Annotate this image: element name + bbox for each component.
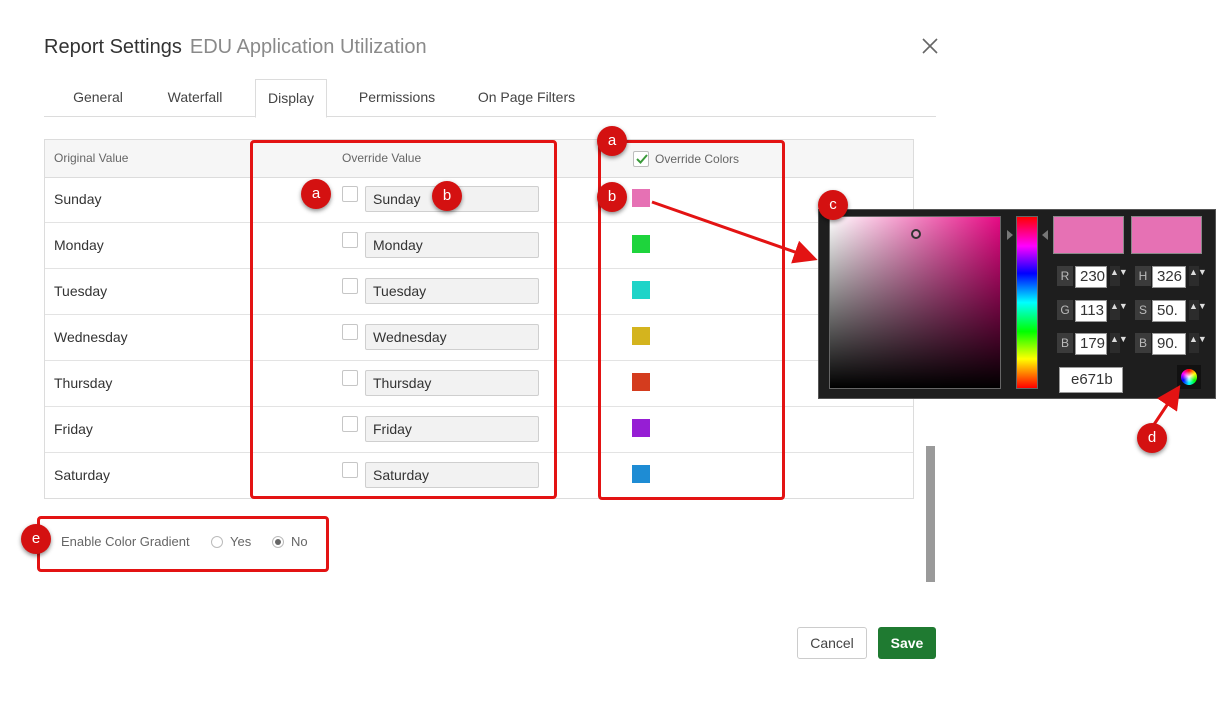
brightness-input[interactable]: 90. bbox=[1152, 333, 1186, 355]
b-label: B bbox=[1057, 333, 1073, 353]
original-value: Thursday bbox=[54, 375, 113, 391]
original-value: Friday bbox=[54, 421, 93, 437]
settings-tabs: General Waterfall Display Permissions On… bbox=[44, 78, 936, 118]
new-color-preview bbox=[1053, 216, 1124, 254]
original-value-header: Original Value bbox=[54, 151, 129, 165]
r-spinner-icon[interactable]: ▲▼ bbox=[1110, 266, 1128, 286]
scrollbar-thumb[interactable] bbox=[926, 446, 935, 582]
original-value: Wednesday bbox=[54, 329, 128, 345]
tab-permissions[interactable]: Permissions bbox=[346, 78, 448, 116]
annotation-badge-a: a bbox=[597, 126, 627, 156]
brightness-label: B bbox=[1135, 333, 1151, 353]
tab-display[interactable]: Display bbox=[255, 79, 327, 118]
original-value: Tuesday bbox=[54, 283, 108, 299]
g-input[interactable]: 113 bbox=[1075, 300, 1107, 322]
saturation-brightness-field[interactable] bbox=[829, 216, 1001, 389]
g-spinner-icon[interactable]: ▲▼ bbox=[1110, 300, 1128, 320]
b-spinner-icon[interactable]: ▲▼ bbox=[1110, 333, 1128, 353]
original-value: Monday bbox=[54, 237, 104, 253]
dialog-title-text: Report Settings bbox=[44, 36, 182, 58]
b-input[interactable]: 179 bbox=[1075, 333, 1107, 355]
annotation-badge-b: b bbox=[597, 182, 627, 212]
h-input[interactable]: 326 bbox=[1152, 266, 1186, 288]
current-color-preview bbox=[1131, 216, 1202, 254]
brightness-spinner-icon[interactable]: ▲▼ bbox=[1189, 333, 1207, 353]
override-value-highlight bbox=[250, 140, 557, 499]
s-input[interactable]: 50. bbox=[1152, 300, 1186, 322]
hue-arrow-left-icon bbox=[1007, 230, 1013, 240]
g-label: G bbox=[1057, 300, 1073, 320]
tab-on-page-filters[interactable]: On Page Filters bbox=[469, 78, 584, 116]
h-label: H bbox=[1135, 266, 1151, 286]
dialog-title: Report Settings EDU Application Utilizati… bbox=[44, 36, 427, 59]
s-label: S bbox=[1135, 300, 1151, 320]
h-spinner-icon[interactable]: ▲▼ bbox=[1189, 266, 1207, 286]
annotation-badge-b: b bbox=[432, 181, 462, 211]
hue-slider[interactable] bbox=[1016, 216, 1038, 389]
r-input[interactable]: 230 bbox=[1075, 266, 1107, 288]
report-name: EDU Application Utilization bbox=[189, 36, 427, 58]
annotation-badge-a: a bbox=[301, 179, 331, 209]
cancel-button[interactable]: Cancel bbox=[797, 627, 867, 659]
original-value: Saturday bbox=[54, 467, 111, 483]
save-button[interactable]: Save bbox=[878, 627, 936, 659]
original-value: Sunday bbox=[54, 191, 102, 207]
tab-waterfall[interactable]: Waterfall bbox=[154, 78, 236, 116]
annotation-badge-e: e bbox=[21, 524, 51, 554]
hex-input[interactable]: e671b bbox=[1059, 367, 1123, 393]
close-icon[interactable] bbox=[920, 36, 940, 56]
color-wheel-icon[interactable] bbox=[1181, 369, 1197, 385]
annotation-badge-d: d bbox=[1137, 423, 1167, 453]
tab-general[interactable]: General bbox=[58, 78, 138, 116]
hue-arrow-right-icon bbox=[1042, 230, 1048, 240]
annotation-badge-c: c bbox=[818, 190, 848, 220]
color-cursor[interactable] bbox=[911, 229, 921, 239]
color-gradient-highlight bbox=[37, 516, 329, 572]
s-spinner-icon[interactable]: ▲▼ bbox=[1189, 300, 1207, 320]
r-label: R bbox=[1057, 266, 1073, 286]
